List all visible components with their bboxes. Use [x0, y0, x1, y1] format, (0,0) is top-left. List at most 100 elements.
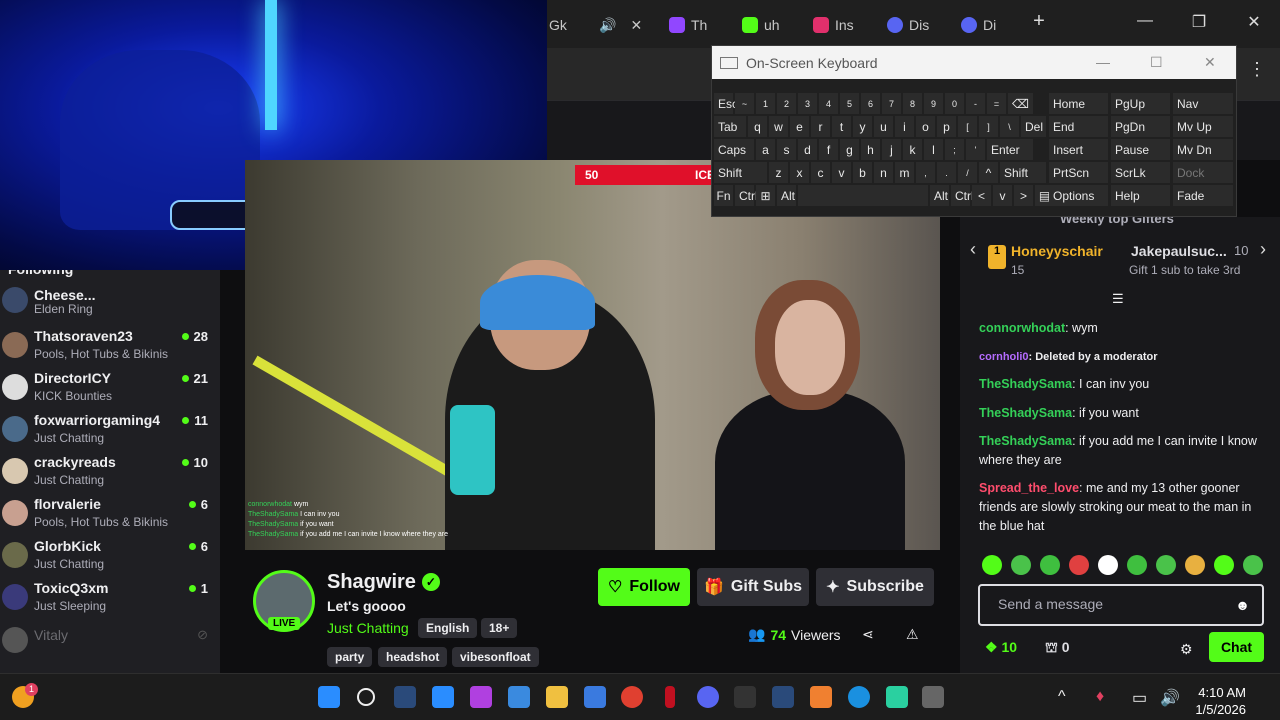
- browser-tab[interactable]: uh: [742, 10, 780, 40]
- osk-key[interactable]: w: [769, 116, 788, 137]
- osk-key[interactable]: Mv Dn: [1173, 139, 1233, 160]
- volume-icon[interactable]: 🔊: [1160, 688, 1180, 708]
- sidebar-channel[interactable]: florvalerie Pools, Hot Tubs & Bikinis 6: [0, 492, 220, 534]
- osk-key[interactable]: b: [853, 162, 872, 183]
- sidebar-channel[interactable]: ToxicQ3xm Just Sleeping 1: [0, 576, 220, 618]
- osk-key[interactable]: Options: [1049, 185, 1108, 206]
- network-icon[interactable]: ▭: [1132, 688, 1147, 708]
- osk-key[interactable]: >: [1014, 185, 1033, 206]
- drops-counter[interactable]: ⛫ 0: [1045, 639, 1070, 658]
- osk-key[interactable]: 2: [777, 93, 796, 114]
- osk-key[interactable]: x: [790, 162, 809, 183]
- emoji-icon[interactable]: ☻: [1235, 597, 1250, 613]
- steam-icon[interactable]: [772, 686, 794, 708]
- osk-key[interactable]: Nav: [1173, 93, 1233, 114]
- osk-key[interactable]: e: [790, 116, 809, 137]
- osk-key[interactable]: y: [853, 116, 872, 137]
- osk-key[interactable]: Alt: [930, 185, 949, 206]
- osk-key[interactable]: 4: [819, 93, 838, 114]
- osk-key[interactable]: k: [903, 139, 922, 160]
- emote-icon[interactable]: [1011, 555, 1031, 575]
- osk-key[interactable]: Help: [1111, 185, 1170, 206]
- emote-icon[interactable]: [1214, 555, 1234, 575]
- osk-key[interactable]: [: [958, 116, 977, 137]
- browser-tab[interactable]: Gk: [549, 10, 567, 40]
- new-tab-button[interactable]: +: [1024, 10, 1054, 33]
- osk-key[interactable]: h: [861, 139, 880, 160]
- start-icon[interactable]: [318, 686, 340, 708]
- snipping-tool-icon[interactable]: [922, 686, 944, 708]
- osk-key[interactable]: Shift: [714, 162, 767, 183]
- tag[interactable]: headshot: [378, 647, 448, 667]
- osk-key[interactable]: z: [769, 162, 788, 183]
- osk-key[interactable]: .: [937, 162, 956, 183]
- osk-key[interactable]: ScrLk: [1111, 162, 1170, 183]
- discord-icon[interactable]: [697, 686, 719, 708]
- osk-key[interactable]: Caps: [714, 139, 754, 160]
- browser-tab[interactable]: Ins: [813, 10, 854, 40]
- osk-key[interactable]: Del: [1021, 116, 1046, 137]
- tag-mature[interactable]: 18+: [481, 618, 518, 638]
- osk-key[interactable]: 1: [756, 93, 775, 114]
- osk-key[interactable]: Shift: [1000, 162, 1046, 183]
- minimize-button[interactable]: —: [1130, 12, 1160, 30]
- restore-button[interactable]: ❐: [1184, 12, 1214, 32]
- osk-key[interactable]: -: [966, 93, 985, 114]
- chrome-icon[interactable]: [621, 686, 643, 708]
- ableton-icon[interactable]: [810, 686, 832, 708]
- osk-maximize-button[interactable]: ☐: [1150, 54, 1163, 71]
- netflix-icon[interactable]: [665, 686, 675, 708]
- osk-key[interactable]: u: [874, 116, 893, 137]
- osk-key[interactable]: q: [748, 116, 767, 137]
- stream-category-link[interactable]: Just Chatting: [327, 620, 409, 636]
- browser-menu-icon[interactable]: ⋮: [1248, 60, 1266, 78]
- osk-key[interactable]: 8: [903, 93, 922, 114]
- osk-key[interactable]: Fade: [1173, 185, 1233, 206]
- sidebar-channel[interactable]: GlorbKick Just Chatting 6: [0, 534, 220, 576]
- sidebar-channel[interactable]: DirectorICY KICK Bounties 21: [0, 366, 220, 408]
- browser-tab[interactable]: Dis: [887, 10, 929, 40]
- osk-key[interactable]: Tab: [714, 116, 746, 137]
- osk-key[interactable]: ^: [979, 162, 998, 183]
- osk-key[interactable]: \: [1000, 116, 1019, 137]
- osk-close-button[interactable]: ✕: [1204, 54, 1216, 71]
- emote-icon[interactable]: [1243, 555, 1263, 575]
- osk-key[interactable]: t: [832, 116, 851, 137]
- osk-key[interactable]: m: [895, 162, 914, 183]
- sidebar-channel[interactable]: Cheese... Elden Ring: [0, 279, 220, 321]
- osk-key[interactable]: v: [993, 185, 1012, 206]
- tag-language[interactable]: English: [418, 618, 478, 638]
- osk-key[interactable]: ⊞: [756, 185, 775, 206]
- tag[interactable]: vibesonfloat: [452, 647, 539, 667]
- chevron-right-icon[interactable]: ›: [1260, 239, 1266, 260]
- system-clock[interactable]: 4:10 AM 1/5/2026: [1195, 684, 1246, 718]
- browser-tab[interactable]: Th: [669, 10, 707, 40]
- sidebar-channel-offline[interactable]: Vitaly ⊘: [0, 619, 220, 661]
- tag[interactable]: party: [327, 647, 373, 667]
- osk-key[interactable]: 3: [798, 93, 817, 114]
- osk-key[interactable]: ~: [735, 93, 754, 114]
- osk-key[interactable]: 9: [924, 93, 943, 114]
- osk-key[interactable]: ]: [979, 116, 998, 137]
- osk-key[interactable]: n: [874, 162, 893, 183]
- search-icon[interactable]: [357, 688, 375, 706]
- emote-icon[interactable]: [1156, 555, 1176, 575]
- emote-icon[interactable]: [1127, 555, 1147, 575]
- osk-key[interactable]: i: [895, 116, 914, 137]
- emote-icon[interactable]: [1185, 555, 1205, 575]
- osk-key[interactable]: p: [937, 116, 956, 137]
- store-icon[interactable]: [584, 686, 606, 708]
- osk-key[interactable]: g: [840, 139, 859, 160]
- osk-key[interactable]: [798, 185, 928, 206]
- chat-message-input[interactable]: Send a message ☻: [978, 584, 1264, 626]
- osk-key[interactable]: 7: [882, 93, 901, 114]
- osk-key[interactable]: <: [972, 185, 991, 206]
- task-view-icon[interactable]: [508, 686, 530, 708]
- osk-key[interactable]: 0: [945, 93, 964, 114]
- osk-key[interactable]: Enter: [987, 139, 1033, 160]
- stream-video-player[interactable]: 50 ICE connorwhodat wym TheShadySama I ca…: [245, 160, 940, 550]
- osk-key[interactable]: f: [819, 139, 838, 160]
- osk-key[interactable]: PrtScn: [1049, 162, 1108, 183]
- osk-key[interactable]: o: [916, 116, 935, 137]
- emote-icon[interactable]: [1040, 555, 1060, 575]
